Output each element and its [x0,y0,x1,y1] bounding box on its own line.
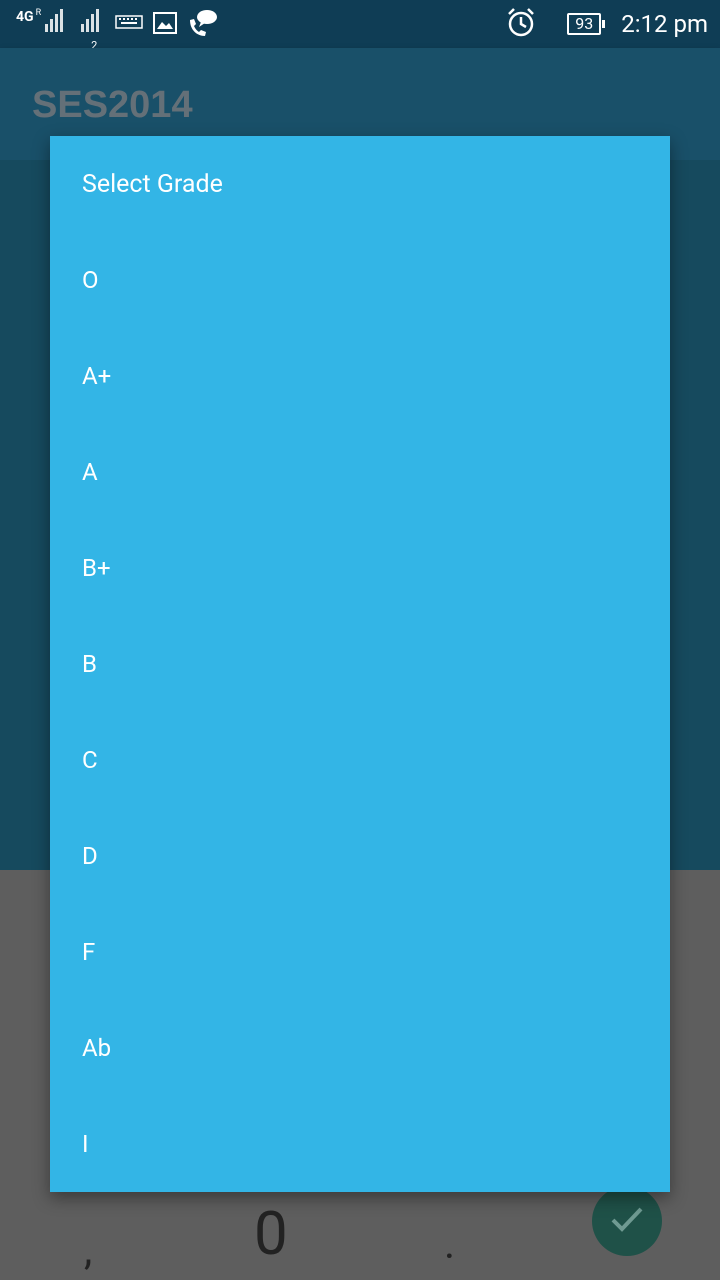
grade-option-b-plus[interactable]: B+ [50,520,670,616]
signal-icon [81,8,100,32]
grade-option-c[interactable]: C [50,712,670,808]
grade-dialog: Select Grade O A+ A B+ B C D F Ab I [50,136,670,1192]
network-indicator: 4G R [16,8,64,32]
image-icon [153,12,178,38]
confirm-button[interactable] [592,1186,662,1256]
sim2-signal: 2 [81,8,105,52]
key-dot[interactable]: . [444,1220,455,1269]
grade-option-o[interactable]: O [50,232,670,328]
grade-option-ab[interactable]: Ab [50,1000,670,1096]
status-right: 93 2:12 pm [505,6,708,42]
signal-icon [45,8,64,32]
key-comma[interactable]: , [84,1226,92,1275]
grade-option-f[interactable]: F [50,904,670,1000]
grade-option-a[interactable]: A [50,424,670,520]
status-time: 2:12 pm [621,10,708,38]
alarm-icon [505,6,537,42]
network-type: 4G [16,9,34,25]
phone-chat-icon [187,8,219,42]
grade-option-i[interactable]: I [50,1096,670,1192]
status-bar: 4G R 2 93 2:12 pm [0,0,720,52]
grade-option-b[interactable]: B [50,616,670,712]
dialog-title: Select Grade [82,170,223,199]
keyboard-icon [115,14,144,33]
check-icon [607,1199,647,1243]
battery-icon: 93 [567,13,606,35]
status-left: 4G R 2 [16,8,219,52]
grade-options-list: O A+ A B+ B C D F Ab I [50,232,670,1192]
roaming-indicator: R [35,8,42,18]
grade-option-d[interactable]: D [50,808,670,904]
grade-option-a-plus[interactable]: A+ [50,328,670,424]
app-title: SES2014 [32,84,193,126]
key-zero[interactable]: 0 [254,1198,288,1269]
